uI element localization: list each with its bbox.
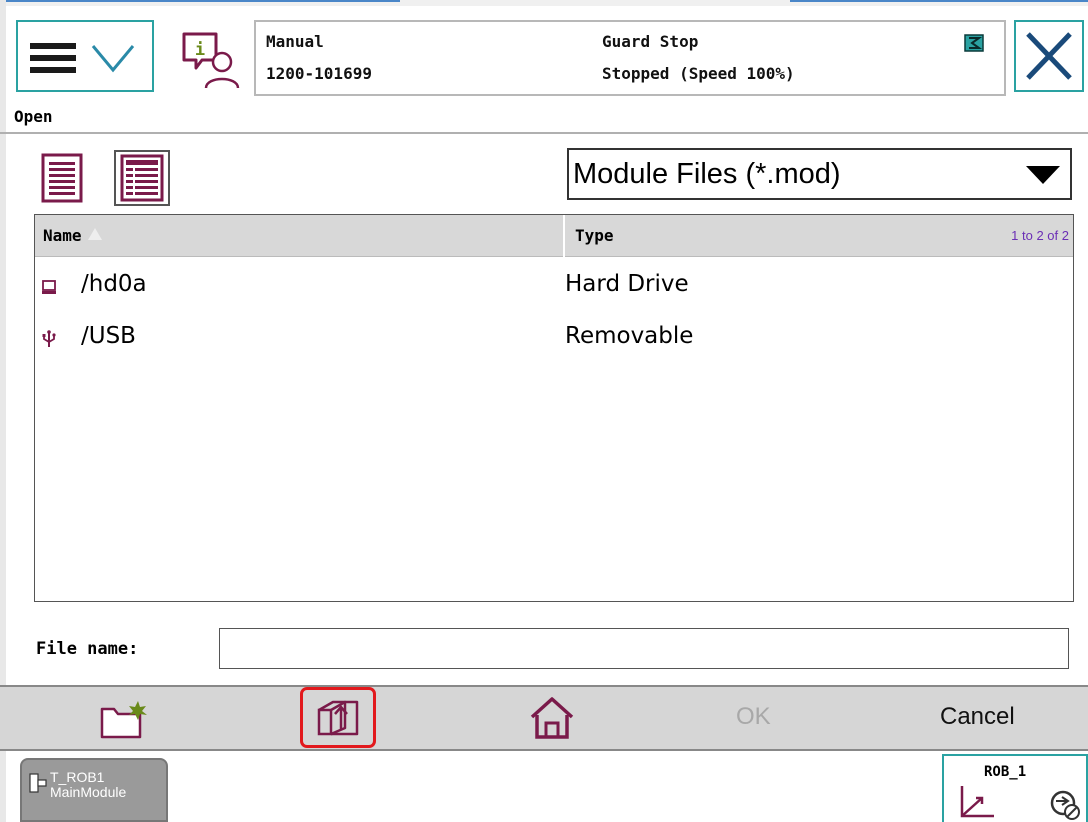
new-folder-icon[interactable] bbox=[100, 699, 150, 739]
close-icon bbox=[1026, 32, 1072, 80]
title-divider bbox=[0, 132, 1088, 134]
lead-through-disabled-icon bbox=[1050, 790, 1080, 820]
list-item-name: /USB bbox=[81, 323, 136, 349]
list-item-type: Hard Drive bbox=[565, 271, 689, 297]
mechanical-unit-button[interactable]: ROB_1 bbox=[942, 754, 1088, 822]
sort-ascending-icon bbox=[87, 228, 102, 240]
event-log-icon[interactable]: i bbox=[180, 30, 244, 94]
top-strip bbox=[0, 0, 1088, 6]
top-strip-accent-left bbox=[0, 0, 400, 2]
column-header-type[interactable]: Type 1 to 2 of 2 bbox=[567, 215, 1073, 257]
cancel-button[interactable]: Cancel bbox=[940, 703, 1015, 731]
robot-name: ROB_1 bbox=[984, 764, 1027, 780]
file-type-filter-value: Module Files (*.mod) bbox=[573, 158, 841, 190]
dropdown-arrow-icon bbox=[1026, 166, 1060, 184]
hard-drive-icon bbox=[42, 280, 56, 294]
file-type-filter[interactable]: Module Files (*.mod) bbox=[567, 148, 1072, 200]
details-view-button[interactable] bbox=[114, 150, 170, 206]
operating-mode: Manual bbox=[266, 32, 324, 51]
list-header: Name Type 1 to 2 of 2 bbox=[35, 215, 1073, 257]
task-button[interactable]: T_ROB1 MainModule bbox=[20, 758, 168, 822]
system-id: 1200-101699 bbox=[266, 64, 372, 83]
usb-icon bbox=[42, 330, 56, 347]
close-button[interactable] bbox=[1014, 20, 1084, 92]
list-item-name: /hd0a bbox=[81, 271, 147, 297]
list-view-icon bbox=[41, 153, 83, 203]
list-item-hd0a[interactable]: /hd0a Hard Drive bbox=[35, 262, 1073, 314]
dialog-title: Open bbox=[14, 107, 53, 126]
chevron-down-icon bbox=[91, 45, 135, 73]
details-view-icon bbox=[120, 154, 164, 202]
up-one-level-button[interactable] bbox=[300, 687, 376, 748]
ok-button[interactable]: OK bbox=[736, 703, 771, 731]
column-header-type-label: Type bbox=[575, 226, 614, 245]
list-view-button[interactable] bbox=[36, 150, 92, 206]
home-icon[interactable] bbox=[528, 695, 576, 741]
item-count: 1 to 2 of 2 bbox=[1011, 228, 1069, 243]
column-header-name[interactable]: Name bbox=[35, 215, 565, 257]
action-bar: OK Cancel bbox=[0, 685, 1088, 751]
top-strip-accent-right bbox=[790, 0, 1088, 2]
module-icon bbox=[29, 773, 47, 793]
run-state: Stopped (Speed 100%) bbox=[602, 64, 795, 83]
module-name: MainModule bbox=[50, 784, 127, 800]
folder-up-icon bbox=[317, 700, 359, 736]
list-item-type: Removable bbox=[565, 323, 694, 349]
file-name-field[interactable] bbox=[219, 628, 1069, 669]
hamburger-icon bbox=[30, 43, 76, 73]
coordinate-system-icon bbox=[960, 786, 994, 818]
column-header-name-label: Name bbox=[43, 226, 82, 245]
safety-state: Guard Stop bbox=[602, 32, 699, 51]
task-name: T_ROB1 bbox=[50, 769, 105, 785]
svg-text:i: i bbox=[195, 40, 205, 60]
main-menu-button[interactable] bbox=[16, 20, 154, 92]
list-item-usb[interactable]: /USB Removable bbox=[35, 314, 1073, 366]
file-list[interactable]: Name Type 1 to 2 of 2 /hd0a Hard Drive /… bbox=[34, 214, 1074, 602]
status-flag-icon bbox=[964, 34, 984, 52]
file-name-label: File name: bbox=[36, 639, 139, 659]
status-bar[interactable]: Manual 1200-101699 Guard Stop Stopped (S… bbox=[254, 20, 1006, 96]
